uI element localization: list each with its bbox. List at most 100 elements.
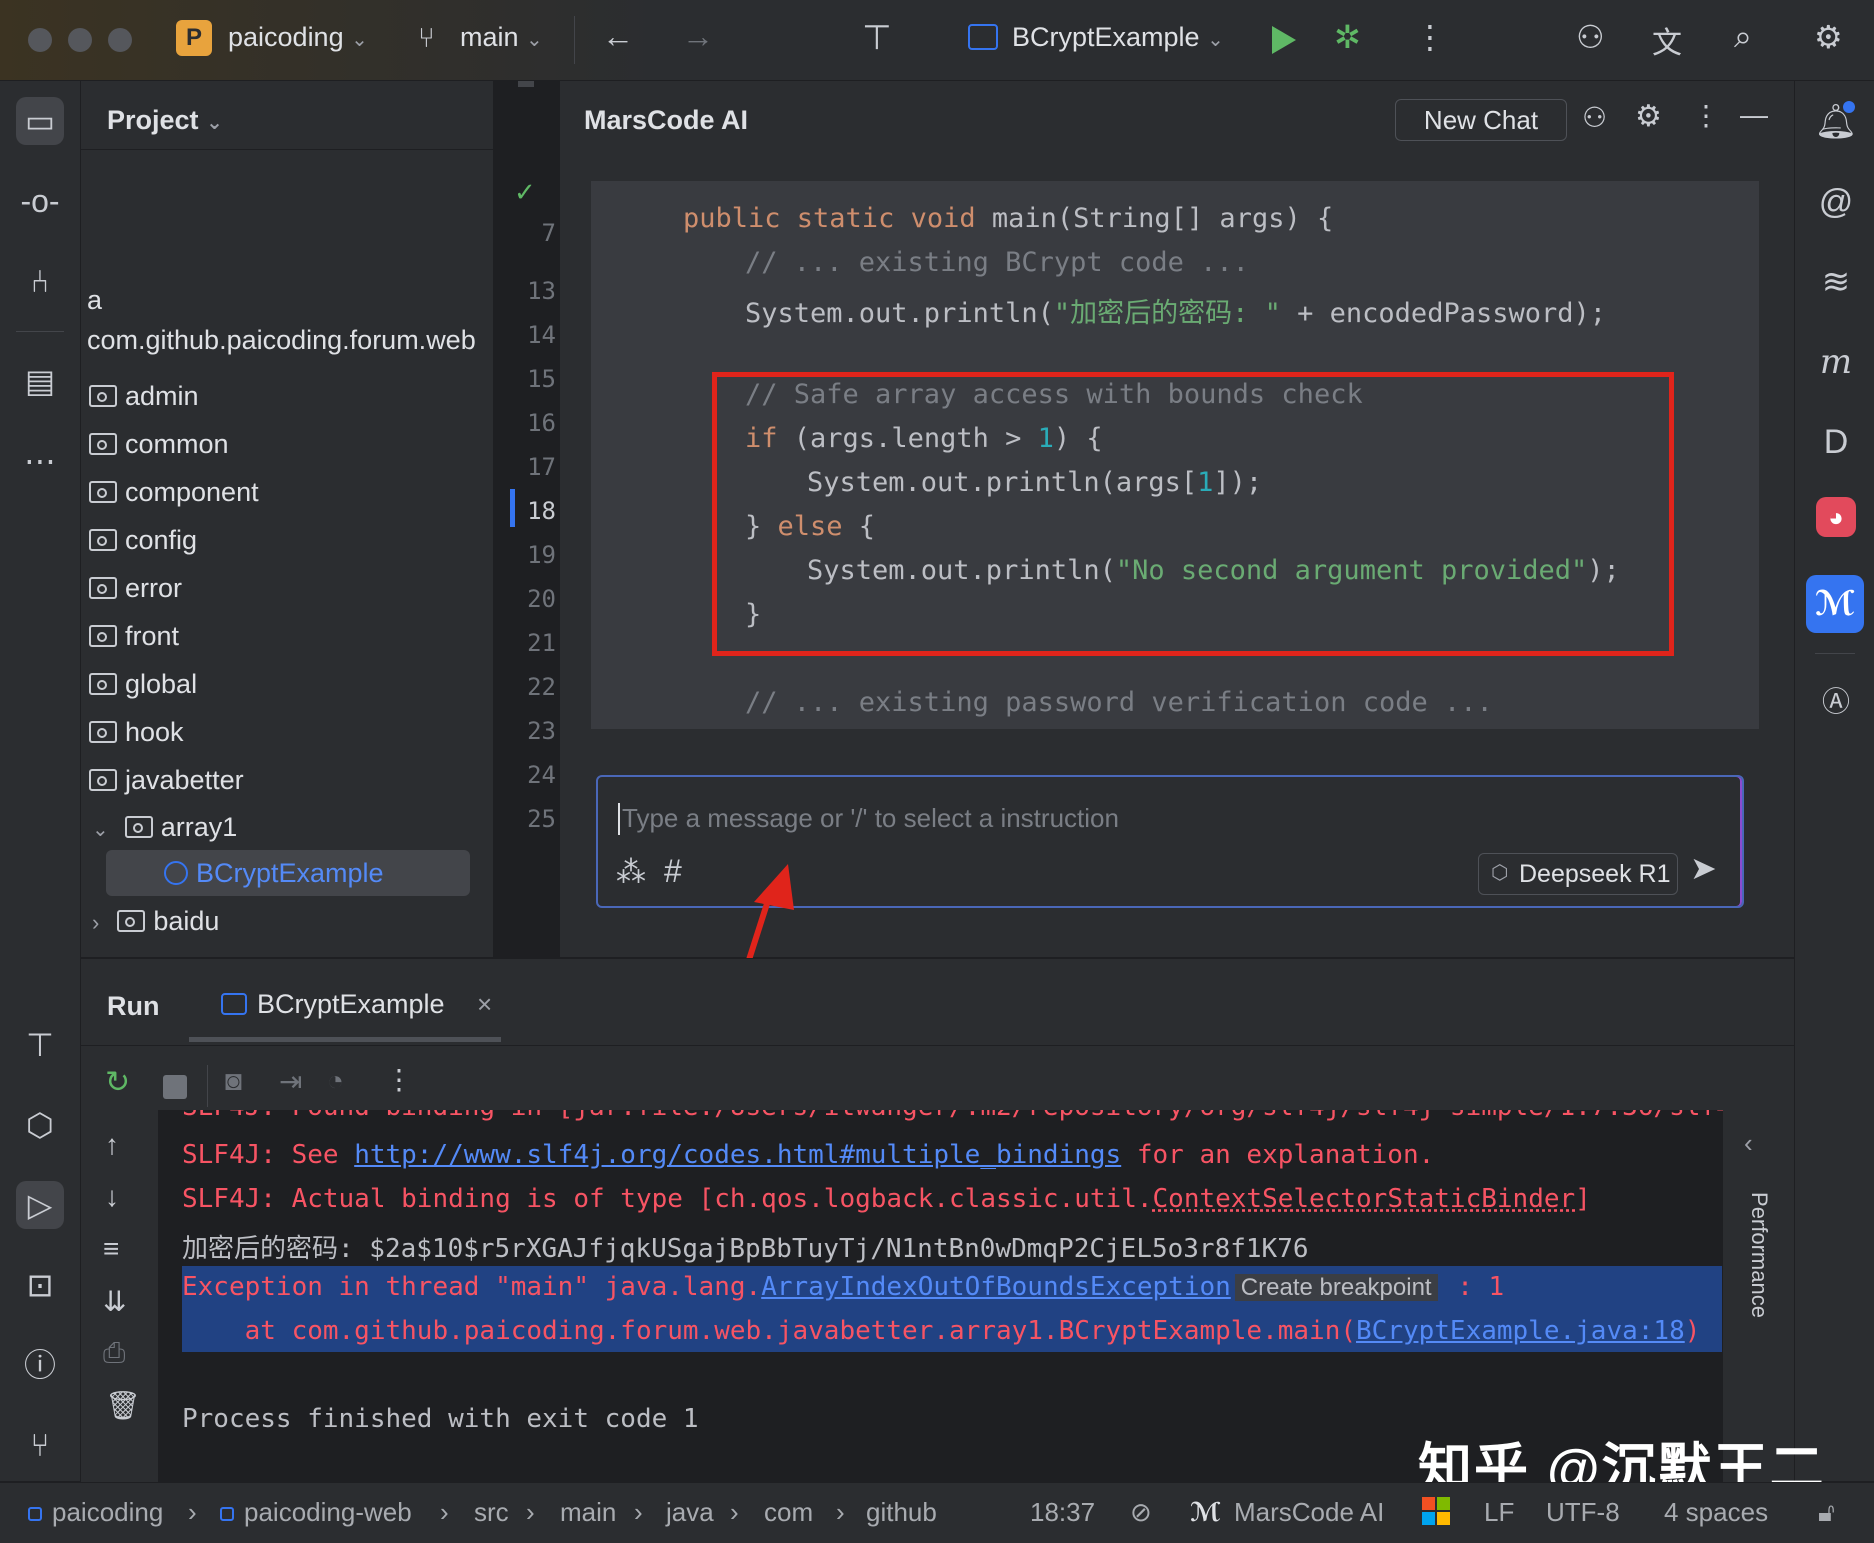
project-switcher[interactable]: paicoding ⌄ xyxy=(228,22,368,53)
breadcrumb-item[interactable]: paicoding-web xyxy=(244,1497,412,1528)
scroll-to-end-icon[interactable]: ⇊ xyxy=(103,1285,126,1318)
breadcrumb-item[interactable]: src xyxy=(474,1497,509,1528)
breadcrumb-item[interactable]: paicoding xyxy=(52,1497,163,1528)
database-icon[interactable]: ≋ xyxy=(1811,257,1861,307)
indent-setting[interactable]: 4 spaces xyxy=(1664,1497,1768,1528)
tree-folder-javabetter[interactable]: javabetter xyxy=(89,757,244,803)
minimize-window-button[interactable] xyxy=(68,28,92,52)
tree-folder-config[interactable]: config xyxy=(89,517,197,563)
settings-gear-icon[interactable]: ⚙ xyxy=(1635,99,1662,134)
tree-folder-error[interactable]: error xyxy=(89,565,182,611)
console-class-link[interactable]: ContextSelectorStaticBinder xyxy=(1153,1184,1576,1214)
branch-switcher[interactable]: main ⌄ xyxy=(460,22,543,53)
problems-icon[interactable]: ⓘ xyxy=(16,1341,64,1389)
tree-folder-global[interactable]: global xyxy=(89,661,197,707)
folder-icon xyxy=(89,529,117,551)
performance-side-tab[interactable]: Performance xyxy=(1742,1180,1776,1340)
file-encoding[interactable]: UTF-8 xyxy=(1546,1497,1620,1528)
forward-arrow-icon[interactable]: → xyxy=(682,18,714,55)
users-icon[interactable]: ⚇ xyxy=(1582,101,1607,134)
folder-icon xyxy=(89,481,117,503)
code-line: System.out.println("加密后的密码: " + encodedP… xyxy=(745,298,1606,329)
windows-logo-icon xyxy=(1422,1497,1450,1525)
tree-folder-hook[interactable]: hook xyxy=(89,709,184,755)
stop-icon[interactable] xyxy=(163,1075,187,1099)
send-icon[interactable]: ➤ xyxy=(1690,849,1717,887)
pull-requests-icon[interactable]: ⑃ xyxy=(16,257,64,305)
scroll-down-arrow-icon[interactable]: ↓ xyxy=(105,1181,119,1213)
print-icon[interactable]: ⎙ xyxy=(103,1337,125,1370)
project-panel-header[interactable]: Project ⌄ xyxy=(107,105,223,136)
exception-class-link[interactable]: ArrayIndexOutOfBoundsException xyxy=(761,1272,1231,1302)
model-selector[interactable]: ⬡ Deepseek R1 xyxy=(1478,853,1678,895)
back-arrow-icon[interactable]: ← xyxy=(602,18,634,55)
caret-position[interactable]: 18:37 xyxy=(1030,1497,1095,1528)
breadcrumb-item[interactable]: main xyxy=(560,1497,616,1528)
zoom-window-button[interactable] xyxy=(108,28,132,52)
tree-item-package[interactable]: com.github.paicoding.forum.web xyxy=(87,317,476,363)
source-location-link[interactable]: BCryptExample.java:18 xyxy=(1356,1316,1685,1346)
breadcrumb-item[interactable]: github xyxy=(866,1497,937,1528)
maven-icon[interactable]: m xyxy=(1811,337,1861,387)
profiler-icon[interactable]: ◔ xyxy=(327,1065,344,1097)
breadcrumb-item[interactable]: java xyxy=(666,1497,714,1528)
build-icon[interactable]: ⊤ xyxy=(16,1021,64,1069)
folder-icon xyxy=(89,721,117,743)
services-icon[interactable]: ⬡ xyxy=(16,1101,64,1149)
tree-folder-common[interactable]: common xyxy=(89,421,229,467)
debug-bug-icon[interactable]: ✲ xyxy=(1334,18,1361,56)
soft-wrap-icon[interactable]: ≡ xyxy=(103,1233,119,1265)
commit-icon[interactable]: -o- xyxy=(16,177,64,225)
new-chat-button[interactable]: New Chat xyxy=(1395,99,1567,141)
terminal-icon[interactable]: ⊡ xyxy=(16,1261,64,1309)
run-config-selector[interactable]: BCryptExample ⌄ xyxy=(1012,22,1224,53)
tree-folder-front[interactable]: front xyxy=(89,613,179,659)
create-breakpoint-button[interactable]: Create breakpoint xyxy=(1234,1274,1438,1301)
plugin-app-icon[interactable]: ◕ xyxy=(1816,497,1856,537)
search-icon[interactable]: ⌕ xyxy=(1734,18,1752,56)
exit-icon[interactable]: ⇥ xyxy=(279,1065,302,1098)
performance-label: Performance xyxy=(1747,1192,1772,1318)
settings-gear-icon[interactable]: ⚙ xyxy=(1814,18,1843,56)
chat-input-placeholder[interactable]: Type a message or '/' to select a instru… xyxy=(622,803,1119,834)
unlock-icon[interactable]: 🔓︎ xyxy=(1818,1497,1835,1529)
git-icon[interactable]: ⑂ xyxy=(16,1421,64,1469)
close-window-button[interactable] xyxy=(28,28,52,52)
folder-icon xyxy=(89,433,117,455)
inspection-off-icon[interactable]: ⊘ xyxy=(1130,1497,1152,1528)
translate-icon[interactable]: 文 xyxy=(1652,18,1682,62)
camera-icon[interactable]: ◙ xyxy=(225,1065,242,1097)
build-hammer-icon[interactable]: ⊤ xyxy=(862,18,892,58)
more-vertical-icon[interactable]: ⋮ xyxy=(1414,18,1446,56)
close-tab-icon[interactable]: × xyxy=(477,989,492,1020)
d-plugin-icon[interactable]: D xyxy=(1811,417,1861,467)
scroll-up-arrow-icon[interactable]: ↑ xyxy=(105,1129,119,1161)
tree-folder-array1[interactable]: ⌄ array1 xyxy=(92,804,237,850)
rerun-icon[interactable]: ↻ xyxy=(105,1065,130,1100)
minimize-panel-icon[interactable]: — xyxy=(1740,99,1768,131)
marscode-icon[interactable]: ℳ xyxy=(1806,575,1864,633)
more-horizontal-icon[interactable]: ⋯ xyxy=(16,437,64,485)
chevron-left-icon[interactable]: ‹ xyxy=(1744,1128,1753,1159)
ai-assistant-icon[interactable]: @ xyxy=(1811,177,1861,227)
tree-folder-baidu[interactable]: › baidu xyxy=(92,898,219,944)
add-user-icon[interactable]: ⚇ xyxy=(1576,18,1605,56)
text-cursor xyxy=(618,803,620,835)
tree-folder-admin[interactable]: admin xyxy=(89,373,199,419)
trash-icon[interactable]: 🗑︎ xyxy=(105,1389,141,1422)
tree-folder-component[interactable]: component xyxy=(89,469,259,515)
more-vertical-icon[interactable]: ⋮ xyxy=(385,1063,413,1096)
console-link[interactable]: http://www.slf4j.org/codes.html#multiple… xyxy=(354,1140,1121,1170)
run-tool-icon[interactable]: ▷ xyxy=(16,1181,64,1229)
tree-file-bcryptexample[interactable]: BCryptExample xyxy=(164,850,384,896)
code-comment: // ... existing BCrypt code ... xyxy=(745,247,1249,278)
breadcrumb-item[interactable]: com xyxy=(764,1497,813,1528)
run-tab-bcryptexample[interactable]: BCryptExample × xyxy=(213,979,509,1035)
project-folder-icon[interactable]: ▭ xyxy=(16,97,64,145)
structure-icon[interactable]: ▤ xyxy=(16,357,64,405)
run-icon[interactable] xyxy=(1272,26,1296,54)
more-vertical-icon[interactable]: ⋮ xyxy=(1692,99,1720,132)
line-separator[interactable]: LF xyxy=(1484,1497,1514,1528)
marscode-status[interactable]: MarsCode AI xyxy=(1234,1497,1384,1528)
translation-book-icon[interactable]: Ⓐ xyxy=(1811,677,1861,727)
